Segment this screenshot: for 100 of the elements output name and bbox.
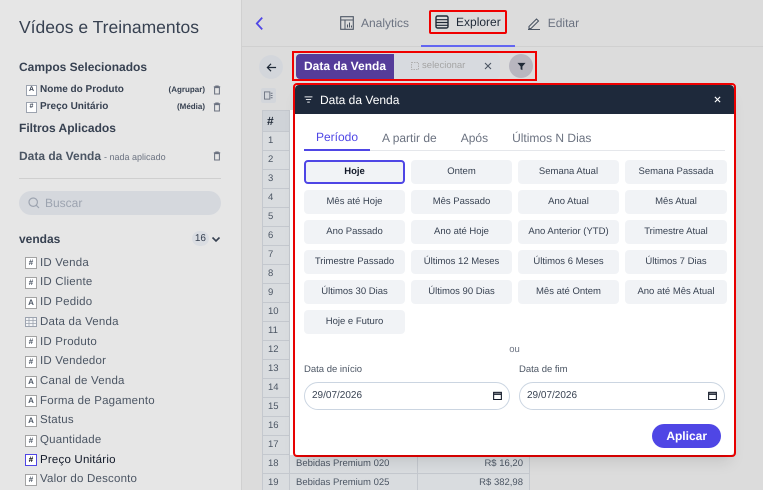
filter-button[interactable] [509, 54, 533, 78]
section-heading: Campos Selecionados [19, 59, 148, 76]
field-item[interactable]: Valor do Desconto [40, 471, 138, 489]
list-icon [435, 15, 450, 29]
preset-button[interactable]: Ano até Mês Atual [625, 280, 727, 304]
preset-button[interactable]: Hoje [304, 160, 405, 184]
pencil-icon [526, 16, 541, 30]
period-tab[interactable]: Período [304, 124, 370, 151]
row-number: 17 [262, 436, 290, 455]
dashed-square-icon [411, 62, 420, 70]
field-item[interactable]: Preço Unitário [40, 452, 116, 469]
nav-tab[interactable]: Editar [522, 11, 584, 35]
document-icon [264, 91, 273, 100]
apply-button[interactable]: Aplicar [652, 424, 721, 448]
nav-tab[interactable]: Explorer [429, 10, 507, 34]
back-icon[interactable] [255, 16, 264, 30]
preset-button[interactable]: Semana Passada [625, 160, 727, 184]
field-item[interactable]: ID Pedido [40, 294, 92, 312]
preset-button[interactable]: Hoje e Futuro [304, 310, 405, 334]
row-number: 6 [262, 227, 290, 246]
preset-button[interactable]: Ano Passado [304, 220, 405, 244]
app-title: Vídeos e Treinamentos [19, 16, 200, 39]
field-item[interactable]: ID Produto [40, 334, 97, 351]
preset-button[interactable]: Ontem [411, 160, 512, 184]
filter-chip[interactable]: Data da Venda [296, 54, 394, 78]
trash-icon[interactable] [213, 151, 221, 162]
popover-title: Data da Venda [320, 92, 400, 108]
calendar-grid-icon [25, 317, 37, 328]
field-label: Data de início [304, 363, 364, 378]
calendar-icon[interactable] [493, 391, 502, 400]
group-name[interactable]: vendas [19, 230, 192, 248]
count-badge: 16 [192, 231, 209, 246]
nav-tab[interactable]: Analytics [336, 11, 414, 35]
back-button[interactable] [259, 55, 283, 79]
date-field[interactable]: 29/07/2026 [304, 382, 510, 410]
field-item[interactable]: ID Venda [40, 254, 89, 272]
row-number: 12 [262, 341, 290, 360]
section-heading: Filtros Aplicados [19, 120, 117, 138]
field-item[interactable]: Forma de Pagamento [40, 392, 155, 410]
column-header: # [262, 110, 290, 132]
type-icon: # [25, 454, 37, 466]
preset-button[interactable]: Mês Atual [625, 190, 727, 214]
preset-button[interactable]: Últimos 30 Dias [304, 280, 405, 304]
preset-button[interactable]: Trimestre Passado [304, 250, 405, 274]
row-number: 1 [262, 132, 290, 151]
field-item[interactable]: ID Vendedor [40, 353, 106, 370]
preset-button[interactable]: Trimestre Atual [625, 220, 727, 244]
preset-button[interactable]: Mês até Hoje [304, 190, 405, 214]
preset-button[interactable]: Últimos 12 Meses [411, 250, 512, 274]
field-name: Preço Unitário [40, 100, 110, 114]
preset-button[interactable]: Ano Atual [518, 190, 619, 214]
type-icon: # [25, 257, 37, 270]
type-icon: A [25, 296, 37, 309]
period-tab[interactable]: A partir de [370, 124, 449, 151]
field-item[interactable]: Status [40, 412, 74, 430]
type-icon: A [25, 414, 37, 427]
field-item[interactable]: Quantidade [40, 432, 102, 450]
export-button[interactable] [261, 88, 276, 103]
filter-status: - nada aplicado [104, 151, 166, 164]
preset-button[interactable]: Semana Atual [518, 160, 619, 184]
preset-button[interactable]: Últimos 7 Dias [625, 250, 727, 274]
preset-button[interactable]: Ano Anterior (YTD) [518, 220, 619, 244]
row-number: 7 [262, 246, 290, 265]
field-item[interactable]: Canal de Venda [40, 372, 125, 390]
type-icon: # [25, 356, 37, 368]
field-label: Data de fim [519, 363, 569, 378]
row-number: 9 [262, 284, 290, 303]
field-item[interactable]: ID Cliente [40, 274, 92, 292]
row-number: 19 [262, 474, 290, 490]
row-number: 13 [262, 360, 290, 379]
preset-button[interactable]: Mês Passado [411, 190, 512, 214]
row-number: 15 [262, 398, 290, 417]
preset-button[interactable]: Últimos 90 Dias [411, 280, 512, 304]
row-number: 11 [262, 322, 290, 341]
field-name: Nome do Produto [40, 83, 125, 98]
preset-button[interactable]: Últimos 6 Meses [518, 250, 619, 274]
trash-icon[interactable] [213, 84, 221, 95]
type-icon: A [25, 376, 37, 388]
period-tab[interactable]: Após [448, 124, 500, 151]
separator-text: ou [509, 343, 520, 357]
filter-name: Data da Venda [19, 148, 102, 166]
preset-button[interactable]: Mês até Ontem [518, 280, 619, 304]
row-number: 4 [262, 189, 290, 208]
period-tab[interactable]: Últimos N Dias [500, 124, 604, 151]
trash-icon[interactable] [213, 102, 221, 112]
date-field[interactable]: 29/07/2026 [519, 382, 725, 410]
table-cell: Bebidas Premium 020 [290, 455, 418, 474]
search-icon [28, 196, 40, 209]
preset-button[interactable]: Ano até Hoje [411, 220, 512, 244]
funnel-icon [516, 62, 526, 70]
table-cell: R$ 382,98 [418, 474, 530, 490]
type-icon: # [25, 474, 37, 486]
filter-lines-icon [304, 96, 313, 103]
arrow-left-icon [266, 62, 276, 72]
field-item[interactable]: Data da Venda [40, 314, 119, 332]
row-number: 14 [262, 379, 290, 398]
row-number: 18 [262, 455, 290, 474]
type-icon: A [25, 395, 37, 408]
calendar-icon[interactable] [708, 391, 717, 400]
row-number: 16 [262, 417, 290, 436]
